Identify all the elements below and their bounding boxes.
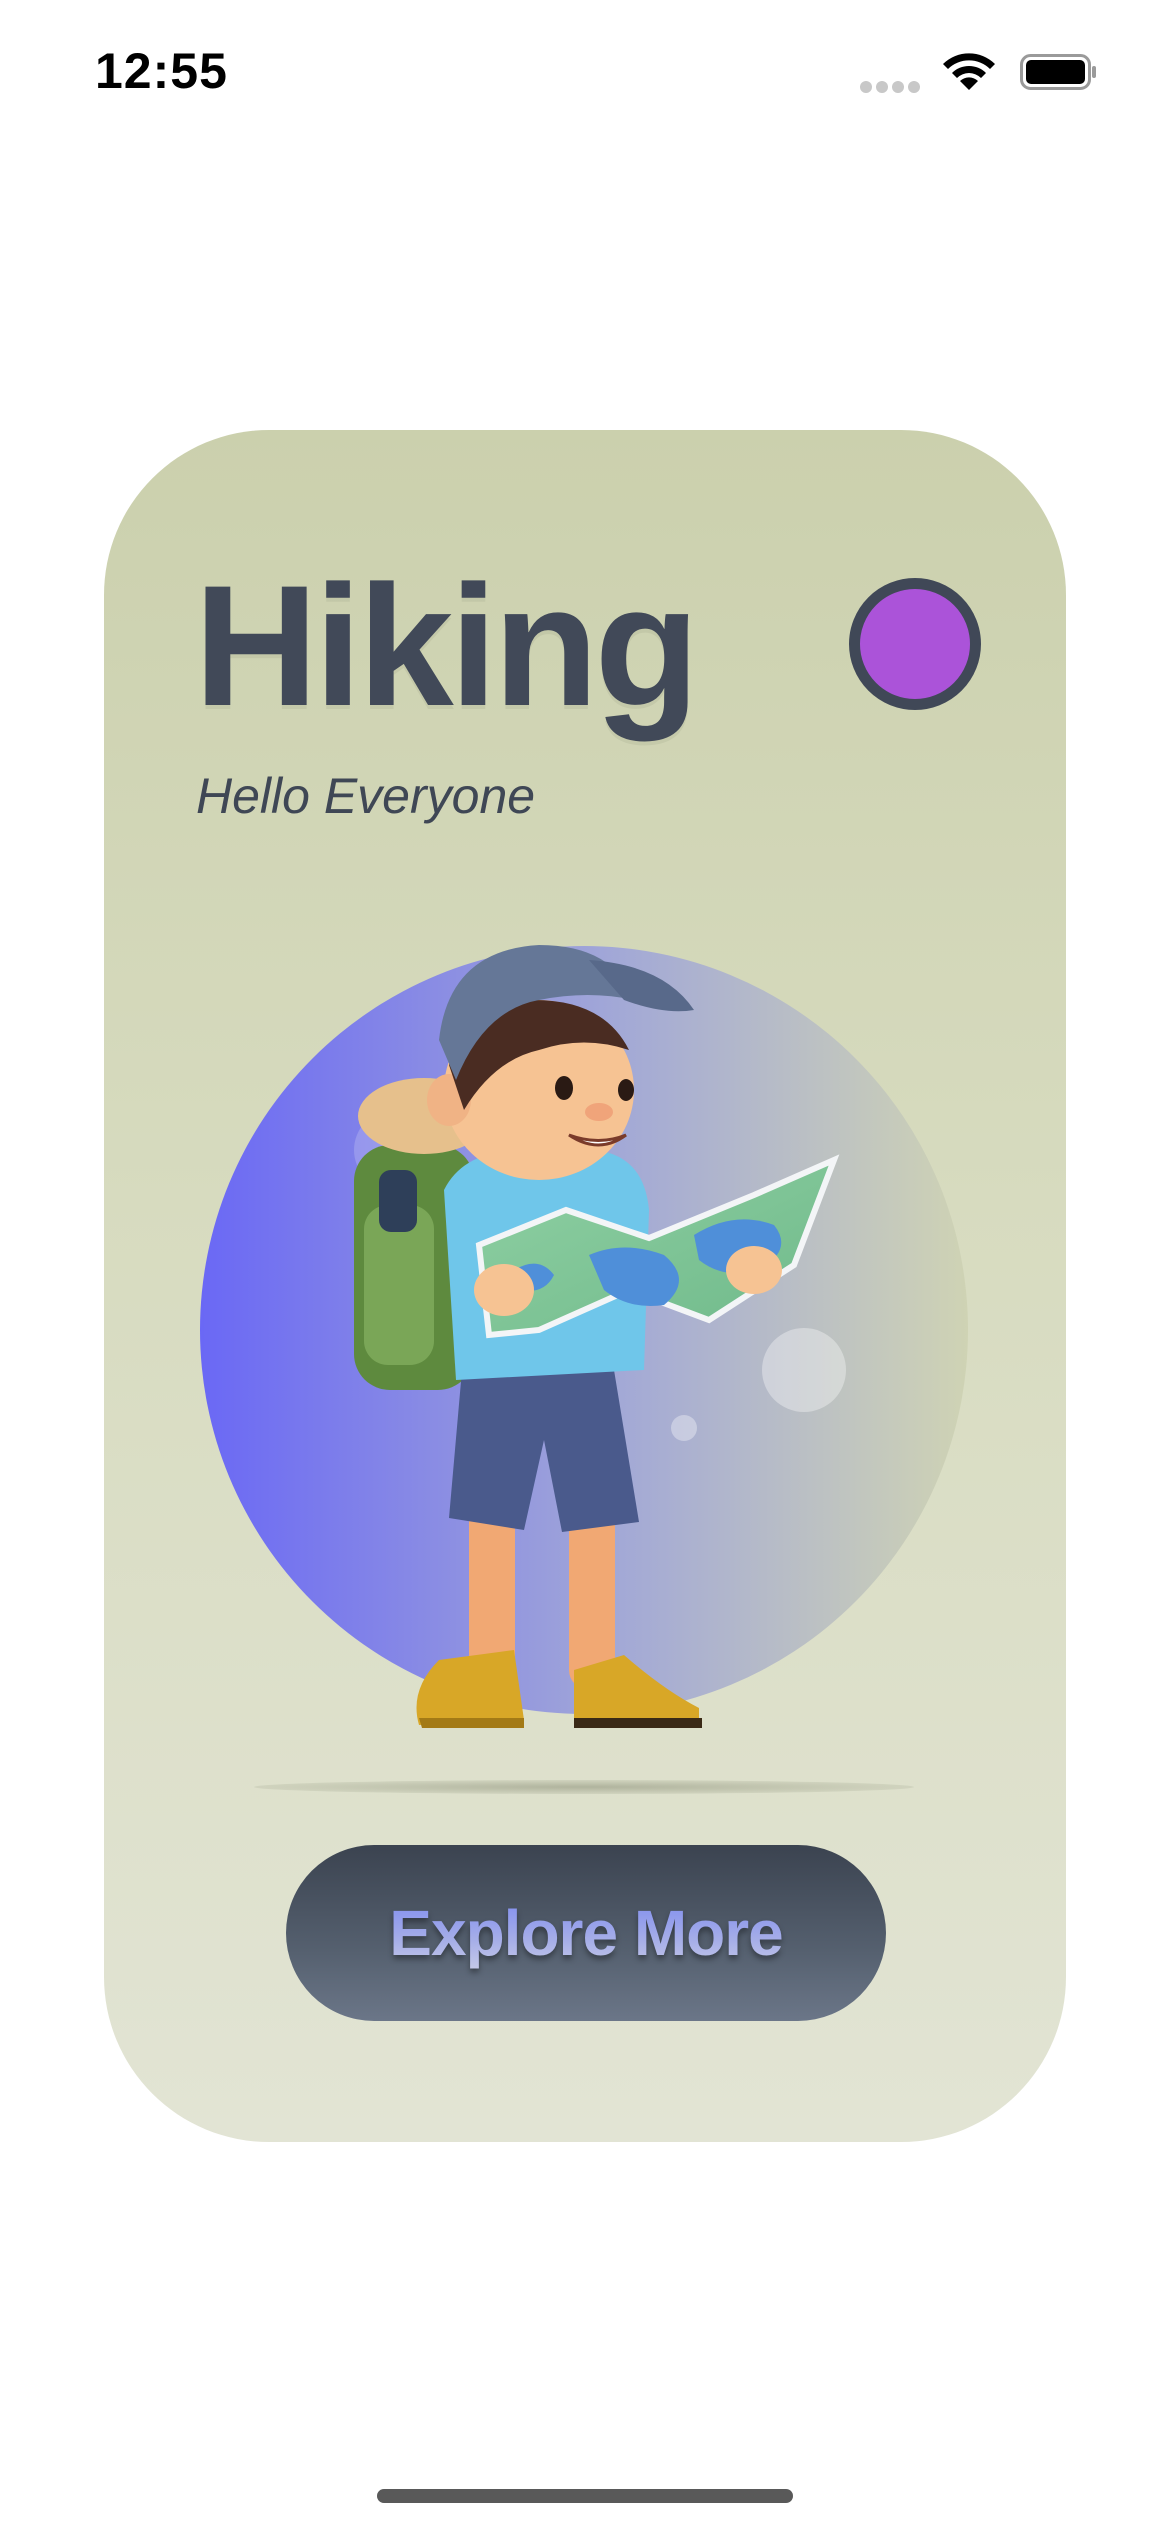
status-icons (860, 48, 1120, 98)
cellular-signal-icon (860, 81, 920, 93)
explore-more-button[interactable]: Explore More (286, 1845, 886, 2021)
profile-avatar[interactable] (849, 578, 981, 710)
hiker-with-map-illustration (200, 945, 968, 1728)
ground-shadow (254, 1780, 914, 1794)
explore-more-label: Explore More (389, 1897, 783, 1969)
battery-icon (1020, 54, 1096, 90)
status-time: 12:55 (95, 43, 228, 99)
card-subtitle: Hello Everyone (196, 768, 536, 824)
wifi-icon (943, 53, 995, 90)
card-title: Hiking (194, 550, 700, 742)
home-indicator[interactable] (377, 2489, 793, 2503)
hiking-card: Hiking Hello Everyone Explore More (104, 430, 1066, 2142)
screen: 12:55 Hiking Hello Everyone Explore More (0, 0, 1170, 2532)
